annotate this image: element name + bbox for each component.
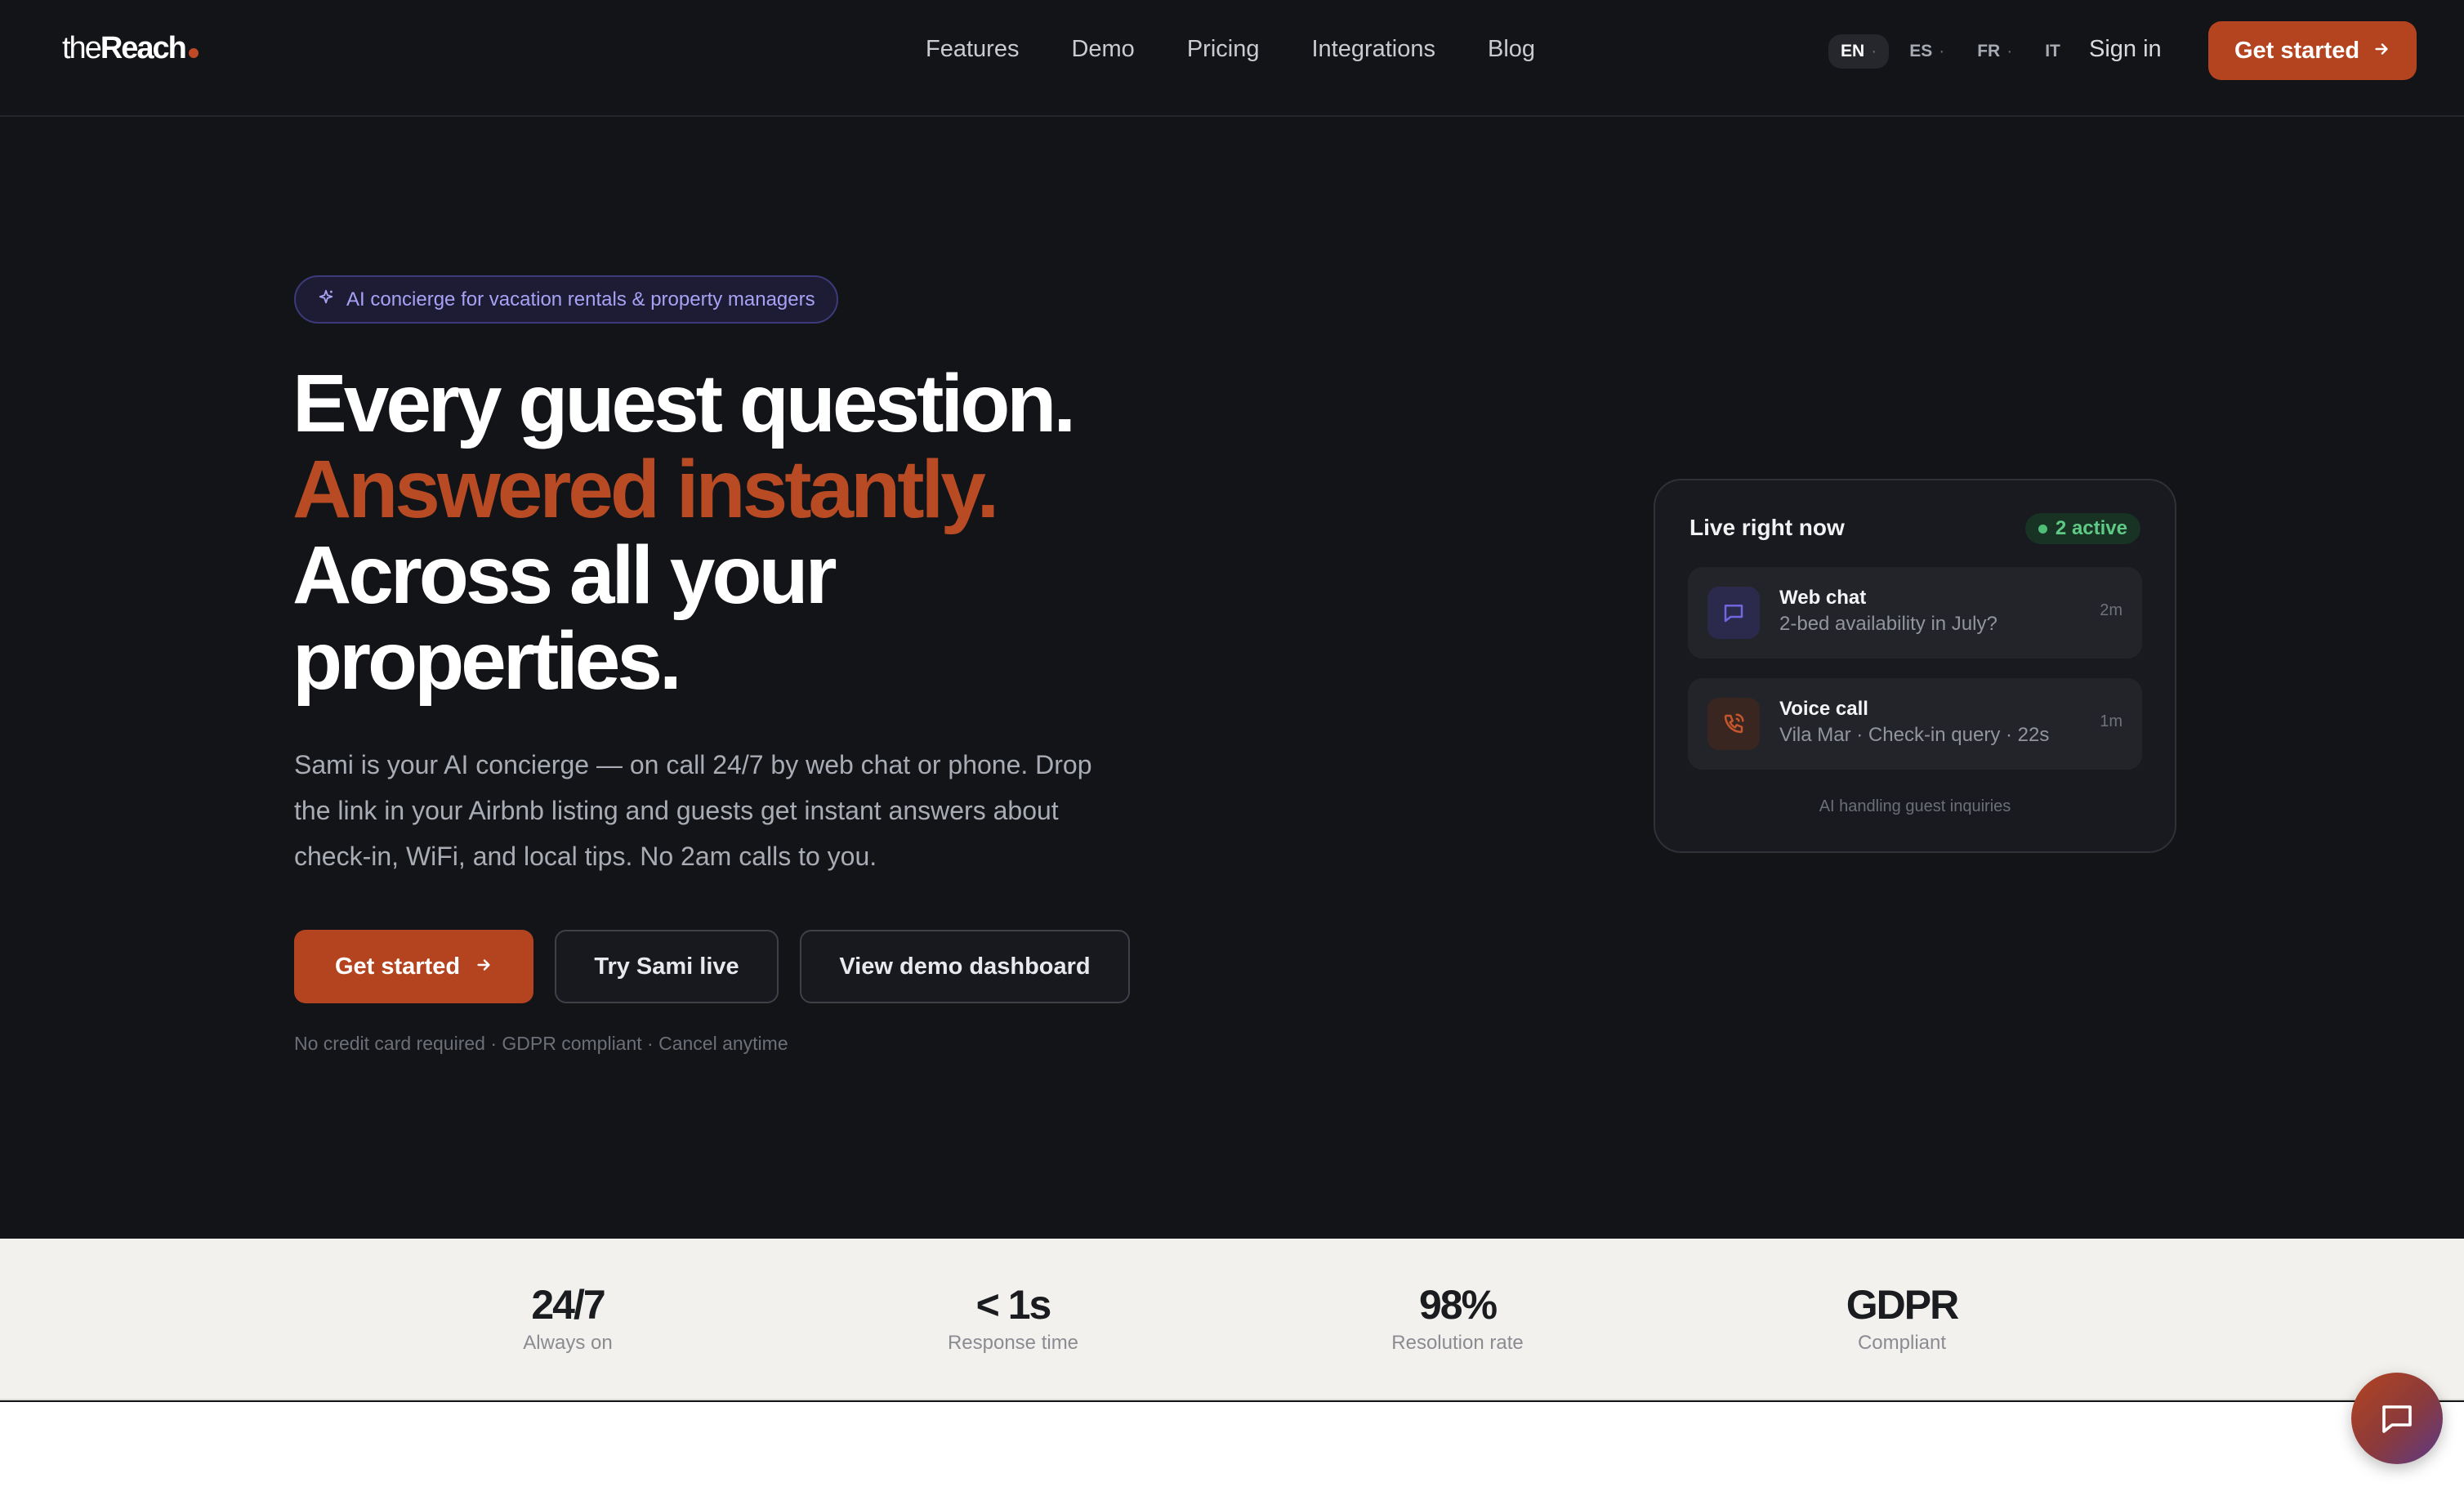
hero-tag-text: AI concierge for vacation rentals & prop…: [346, 288, 815, 310]
lang-separator: ·: [1871, 42, 1877, 60]
language-switcher: EN · ES · FR · IT: [1828, 34, 2073, 69]
site-header: the Reach Features Demo Pricing Integrat…: [0, 0, 2464, 117]
stat-item: 24/7 Always on: [404, 1281, 731, 1355]
arrow-right-icon: [2372, 38, 2390, 64]
nav-blog[interactable]: Blog: [1488, 36, 1535, 63]
arrow-right-icon: [475, 954, 493, 980]
chat-launcher-button[interactable]: [2351, 1373, 2443, 1464]
activity-time: 2m: [2100, 601, 2123, 619]
stat-value: < 1s: [975, 1282, 1052, 1328]
lang-it[interactable]: IT: [2033, 34, 2073, 69]
nav-features[interactable]: Features: [926, 36, 1019, 63]
activity-subtitle: 2-bed availability in July?: [1779, 613, 1998, 635]
activity-subtitle: Vila Mar · Check-in query · 22s: [1779, 724, 2050, 746]
activity-title: Web chat: [1779, 587, 1867, 609]
stat-value: 24/7: [531, 1282, 605, 1328]
header-get-started-button[interactable]: Get started: [2208, 21, 2417, 80]
activity-title: Voice call: [1779, 698, 1868, 720]
phone-icon: [1707, 698, 1760, 750]
live-card-footer: AI handling guest inquiries: [1819, 797, 2011, 815]
lang-es-label: ES: [1909, 42, 1933, 60]
hero-fineprint: No credit card required · GDPR compliant…: [294, 1033, 788, 1054]
chat-bubble-icon: [2382, 1405, 2412, 1433]
main-nav: Features Demo Pricing Integrations Blog: [926, 36, 1535, 63]
lang-en-label: EN: [1841, 42, 1865, 60]
status-dot-icon: [2038, 524, 2047, 534]
activity-row-web-chat[interactable]: Web chat 2-bed availability in July? 2m: [1688, 567, 2142, 659]
headline-line-3: Across all your: [292, 529, 837, 621]
stat-item: GDPR Compliant: [1739, 1281, 2065, 1355]
stat-item: 98% Resolution rate: [1294, 1281, 1621, 1355]
lang-separator: ·: [2006, 42, 2013, 60]
logo-text-bold: Reach: [100, 31, 187, 65]
nav-demo[interactable]: Demo: [1071, 36, 1134, 63]
nav-integrations[interactable]: Integrations: [1311, 36, 1435, 63]
stat-label: Resolution rate: [1391, 1332, 1524, 1354]
activity-row-voice-call[interactable]: Voice call Vila Mar · Check-in query · 2…: [1688, 678, 2142, 770]
active-count-label: 2 active: [2055, 517, 2127, 539]
chat-icon: [1707, 587, 1760, 639]
stat-label: Compliant: [1857, 1332, 1947, 1354]
nav-pricing[interactable]: Pricing: [1187, 36, 1260, 63]
stat-item: < 1s Response time: [850, 1281, 1176, 1355]
view-demo-dashboard-button[interactable]: View demo dashboard: [800, 930, 1130, 1003]
headline-line-1: Every guest question.: [292, 358, 1076, 449]
try-sami-live-button[interactable]: Try Sami live: [555, 930, 779, 1003]
lang-fr-label: FR: [1977, 42, 2001, 60]
logo-dot: [188, 48, 199, 58]
live-activity-card: Live right now 2 active Web chat 2-bed a…: [1654, 479, 2176, 853]
active-count-badge: 2 active: [2024, 513, 2140, 544]
hero-headline: Every guest question. Answered instantly…: [292, 358, 1076, 707]
logo-text-light: the: [62, 31, 102, 65]
hero-description: Sami is your AI concierge — on call 24/7…: [294, 750, 1092, 871]
brand-logo[interactable]: the Reach: [62, 31, 199, 66]
hero-tag-pill: AI concierge for vacation rentals & prop…: [294, 275, 838, 324]
sparkle-icon: [317, 288, 335, 311]
next-section: [0, 1402, 2464, 1487]
lang-fr[interactable]: FR ·: [1965, 34, 2024, 69]
headline-accent-line: Answered instantly.: [292, 444, 999, 535]
stat-label: Always on: [523, 1332, 613, 1354]
header-get-started-label: Get started: [2234, 37, 2360, 64]
stat-value: 98%: [1418, 1282, 1498, 1328]
lang-es[interactable]: ES ·: [1897, 34, 1957, 69]
lang-separator: ·: [1939, 42, 1945, 60]
lang-en[interactable]: EN ·: [1828, 34, 1890, 69]
signin-link[interactable]: Sign in: [2089, 36, 2162, 63]
hero-get-started-label: Get started: [334, 953, 461, 980]
headline-line-4: properties.: [292, 615, 682, 707]
hero-cta-row: Get started Try Sami live View demo dash…: [294, 930, 1130, 1003]
hero-get-started-button[interactable]: Get started: [294, 930, 533, 1003]
stat-value: GDPR: [1846, 1282, 1959, 1328]
stats-band: 24/7 Always on < 1s Response time 98% Re…: [0, 1239, 2464, 1400]
stat-label: Response time: [947, 1332, 1079, 1354]
live-card-title: Live right now: [1690, 515, 1845, 540]
lang-it-label: IT: [2045, 42, 2060, 60]
activity-time: 1m: [2100, 712, 2123, 730]
